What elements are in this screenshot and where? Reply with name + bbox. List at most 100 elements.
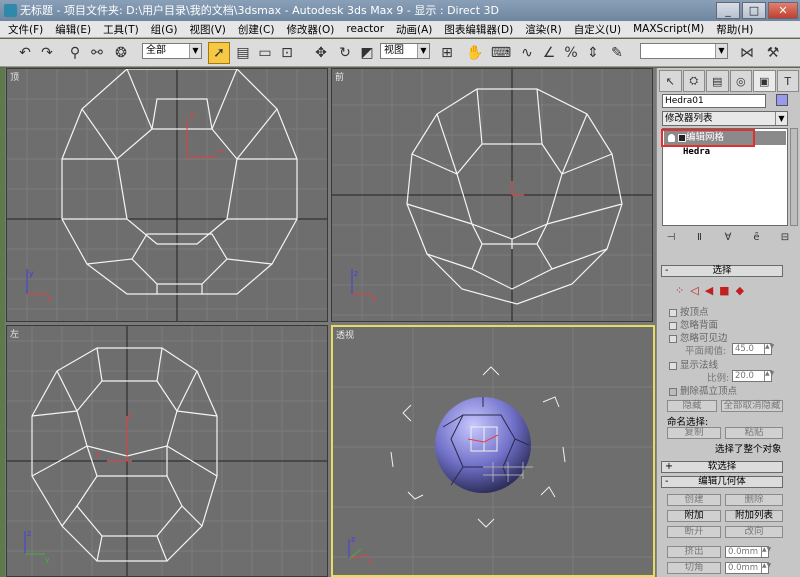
manipulate-icon[interactable]: ✋ [464,42,486,64]
create-button[interactable]: 创建 [667,494,721,506]
scale-spinner[interactable]: 20.0 ▲▼ [732,370,774,382]
minimize-button[interactable]: _ [716,2,740,19]
named-selection-dropdown[interactable]: ▼ [640,43,728,59]
align-icon[interactable]: ⚒ [762,42,784,64]
snap-toggle-icon[interactable]: ∿ [516,42,538,64]
chamfer-button[interactable]: 切角 [667,562,721,574]
maximize-button[interactable]: □ [742,2,766,19]
delete-button[interactable]: 删除 [725,494,783,506]
soft-selection-rollout-header[interactable]: + 软选择 [661,461,783,473]
turn-button[interactable]: 改向 [725,526,783,538]
bind-space-warp-icon[interactable]: ❂ [110,42,132,64]
unhide-all-button[interactable]: 全部取消隐藏 [721,400,783,412]
delete-isolated-checkbox[interactable]: 删除孤立顶点 [669,383,737,397]
modifier-list-dropdown[interactable]: 修改器列表 ▼ [662,111,788,126]
pin-stack-icon[interactable]: ⊣ [663,229,679,245]
angle-snap-icon[interactable]: ∠ [538,42,560,64]
redo-icon[interactable]: ↷ [36,42,58,64]
menu-create[interactable]: 创建(C) [238,22,275,37]
planar-thresh-spinner[interactable]: 45.0 ▲▼ [732,343,774,355]
attach-button[interactable]: 附加 [667,510,721,522]
object-color-swatch[interactable] [776,94,788,106]
reference-coord-dropdown[interactable]: 视图 ▼ [380,43,430,59]
remove-modifier-icon[interactable]: ȇ [749,229,765,245]
pivot-center-icon[interactable]: ⊞ [436,42,458,64]
axis-z-label: z [351,535,355,544]
show-normals-checkbox[interactable]: 显示法线 [669,357,718,371]
utilities-tab-icon[interactable]: T [776,70,799,92]
paste-button[interactable]: 粘贴 [725,427,783,439]
create-tab-icon[interactable]: ↖ [659,70,682,92]
scale-icon[interactable]: ◩ [356,42,378,64]
menu-file[interactable]: 文件(F) [8,22,43,37]
face-icon[interactable]: ◀ [705,284,713,297]
make-unique-icon[interactable]: ∀ [720,229,736,245]
menu-rendering[interactable]: 渲染(R) [525,22,562,37]
stack-item-hedra[interactable]: Hedra [683,147,710,157]
menu-group[interactable]: 组(G) [151,22,178,37]
keyboard-shortcut-icon[interactable]: ⌨ [490,42,512,64]
modify-tab-icon[interactable]: ⛭ [682,70,705,92]
rectangular-selection-icon[interactable]: ▭ [254,42,276,64]
viewport-perspective[interactable]: z x 透视 [331,325,655,577]
menu-reactor[interactable]: reactor [346,23,384,35]
spinner-snap-icon[interactable]: ⇕ [582,42,604,64]
copy-button[interactable]: 复制 [667,427,721,439]
menu-modifiers[interactable]: 修改器(O) [286,22,334,37]
display-tab-icon[interactable]: ▣ [753,70,776,92]
vertex-icon[interactable]: ⁘ [675,284,684,297]
chamfer-spinner[interactable]: 0.0mm ▲▼ [725,562,771,574]
viewport-label-left[interactable]: 左 [10,327,19,340]
viewport-label-top[interactable]: 顶 [10,70,19,83]
undo-icon[interactable]: ↶ [14,42,36,64]
hide-button[interactable]: 隐藏 [667,400,717,412]
viewport-top[interactable]: y x y x 顶 [6,68,328,322]
extrude-button[interactable]: 挤出 [667,546,721,558]
show-end-result-icon[interactable]: Ⅱ [692,229,708,245]
detach-button[interactable]: 断开 [667,526,721,538]
rotate-icon[interactable]: ↻ [334,42,356,64]
select-object-icon[interactable]: ➚ [208,42,230,64]
by-vertex-checkbox[interactable]: 按顶点 [669,304,709,318]
viewport-left[interactable]: y z z y 左 [6,325,328,577]
menu-customize[interactable]: 自定义(U) [574,22,621,37]
gizmo-y-label: y [95,449,100,458]
unlink-icon[interactable]: ⚯ [86,42,108,64]
menu-graph-editors[interactable]: 图表编辑器(D) [444,22,513,37]
link-icon[interactable]: ⚲ [64,42,86,64]
extrude-spinner[interactable]: 0.0mm ▲▼ [725,546,771,558]
window-controls: _ □ ✕ [716,2,798,19]
element-icon[interactable]: ◆ [736,284,744,297]
edit-named-selection-icon[interactable]: ✎ [606,42,628,64]
selection-rollout-header[interactable]: - 选择 [661,265,783,277]
menu-animation[interactable]: 动画(A) [396,22,432,37]
viewport-label-front[interactable]: 前 [335,70,344,83]
select-by-name-icon[interactable]: ▤ [232,42,254,64]
configure-sets-icon[interactable]: ⊟ [777,229,793,245]
edit-geometry-rollout-header[interactable]: - 编辑几何体 [661,476,783,488]
hedra-object[interactable] [435,397,531,493]
viewport-front[interactable]: z x 前 [331,68,653,322]
menu-maxscript[interactable]: MAXScript(M) [633,23,704,35]
polygon-icon[interactable]: ■ [719,284,729,297]
mirror-icon[interactable]: ⋈ [736,42,758,64]
close-button[interactable]: ✕ [768,2,798,19]
object-name-field[interactable]: Hedra01 [662,94,766,108]
motion-tab-icon[interactable]: ◎ [729,70,752,92]
hierarchy-tab-icon[interactable]: ▤ [706,70,729,92]
move-icon[interactable]: ✥ [310,42,332,64]
ignore-backfacing-checkbox[interactable]: 忽略背面 [669,317,718,331]
edge-icon[interactable]: ◁ [690,284,698,297]
menu-tools[interactable]: 工具(T) [103,22,139,37]
selection-filter-dropdown[interactable]: 全部 ▼ [142,43,202,59]
stack-scrollbar[interactable] [790,128,798,226]
menu-edit[interactable]: 编辑(E) [55,22,91,37]
window-crossing-icon[interactable]: ⊡ [276,42,298,64]
viewport-label-perspective[interactable]: 透视 [336,328,354,341]
menu-views[interactable]: 视图(V) [190,22,226,37]
ignore-visible-edges-checkbox[interactable]: 忽略可见边 [669,330,728,344]
attach-list-button[interactable]: 附加列表 [725,510,783,522]
stack-buttons: ⊣ Ⅱ ∀ ȇ ⊟ [661,229,795,247]
menu-help[interactable]: 帮助(H) [716,22,753,37]
percent-snap-icon[interactable]: % [560,42,582,64]
